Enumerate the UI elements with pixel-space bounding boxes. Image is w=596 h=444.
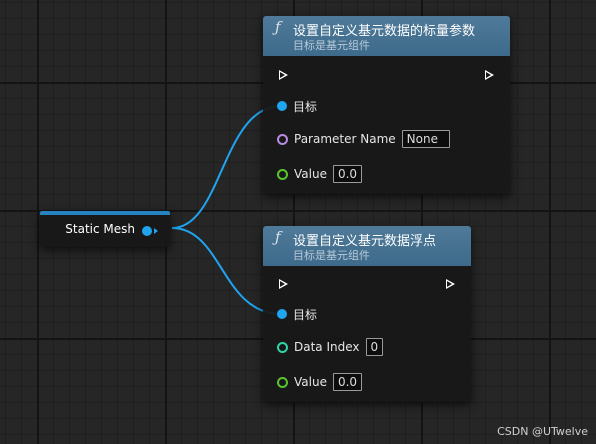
target-pin-row: 目标 — [277, 95, 317, 117]
node-header[interactable]: ƒ 设置自定义基元数据的标量参数 目标是基元组件 — [263, 16, 510, 56]
value-pin-row: Value 0.0 — [277, 371, 363, 393]
set-custom-primitive-data-scalar-node[interactable]: ƒ 设置自定义基元数据的标量参数 目标是基元组件 目标 Parameter Na… — [263, 16, 510, 194]
function-icon: ƒ — [275, 18, 281, 36]
value-label: Value — [294, 375, 327, 389]
static-mesh-output-pin[interactable] — [142, 226, 152, 236]
parameter-name-field[interactable]: None — [401, 130, 450, 148]
value-label: Value — [294, 167, 327, 181]
value-input-pin[interactable] — [277, 376, 288, 388]
exec-input-pin[interactable] — [279, 70, 288, 80]
node-subtitle: 目标是基元组件 — [293, 39, 370, 52]
data-index-pin-row: Data Index 0 — [277, 336, 384, 358]
data-index-label: Data Index — [294, 340, 360, 354]
parameter-name-label: Parameter Name — [294, 132, 396, 146]
target-input-pin[interactable] — [277, 309, 287, 319]
target-pin-row: 目标 — [277, 303, 317, 325]
target-pin-label: 目标 — [293, 99, 318, 114]
exec-input-pin[interactable] — [279, 279, 288, 289]
exec-output-pin[interactable] — [446, 279, 455, 289]
function-icon: ƒ — [275, 228, 281, 246]
exec-output-pin[interactable] — [485, 70, 494, 80]
target-input-pin[interactable] — [277, 101, 287, 111]
static-mesh-node[interactable]: Static Mesh — [40, 211, 170, 247]
parameter-name-input-pin[interactable] — [277, 133, 288, 145]
value-input-pin[interactable] — [277, 168, 288, 180]
target-pin-label: 目标 — [293, 307, 318, 322]
static-mesh-pin-arrow-icon — [154, 228, 158, 234]
parameter-name-pin-row: Parameter Name None — [277, 128, 450, 150]
value-field[interactable]: 0.0 — [332, 373, 363, 391]
blueprint-graph-canvas[interactable]: Static Mesh ƒ 设置自定义基元数据的标量参数 目标是基元组件 目标 … — [0, 0, 596, 444]
static-mesh-label: Static Mesh — [65, 222, 135, 236]
value-pin-row: Value 0.0 — [277, 163, 363, 185]
data-index-field[interactable]: 0 — [365, 338, 384, 356]
value-field[interactable]: 0.0 — [332, 165, 363, 183]
node-subtitle: 目标是基元组件 — [293, 249, 370, 262]
node-header[interactable]: ƒ 设置自定义基元数据浮点 目标是基元组件 — [263, 226, 471, 266]
data-index-input-pin[interactable] — [277, 341, 288, 353]
set-custom-primitive-data-float-node[interactable]: ƒ 设置自定义基元数据浮点 目标是基元组件 目标 Data Index 0 Va… — [263, 226, 471, 402]
watermark: CSDN @UTwelve — [497, 425, 588, 438]
